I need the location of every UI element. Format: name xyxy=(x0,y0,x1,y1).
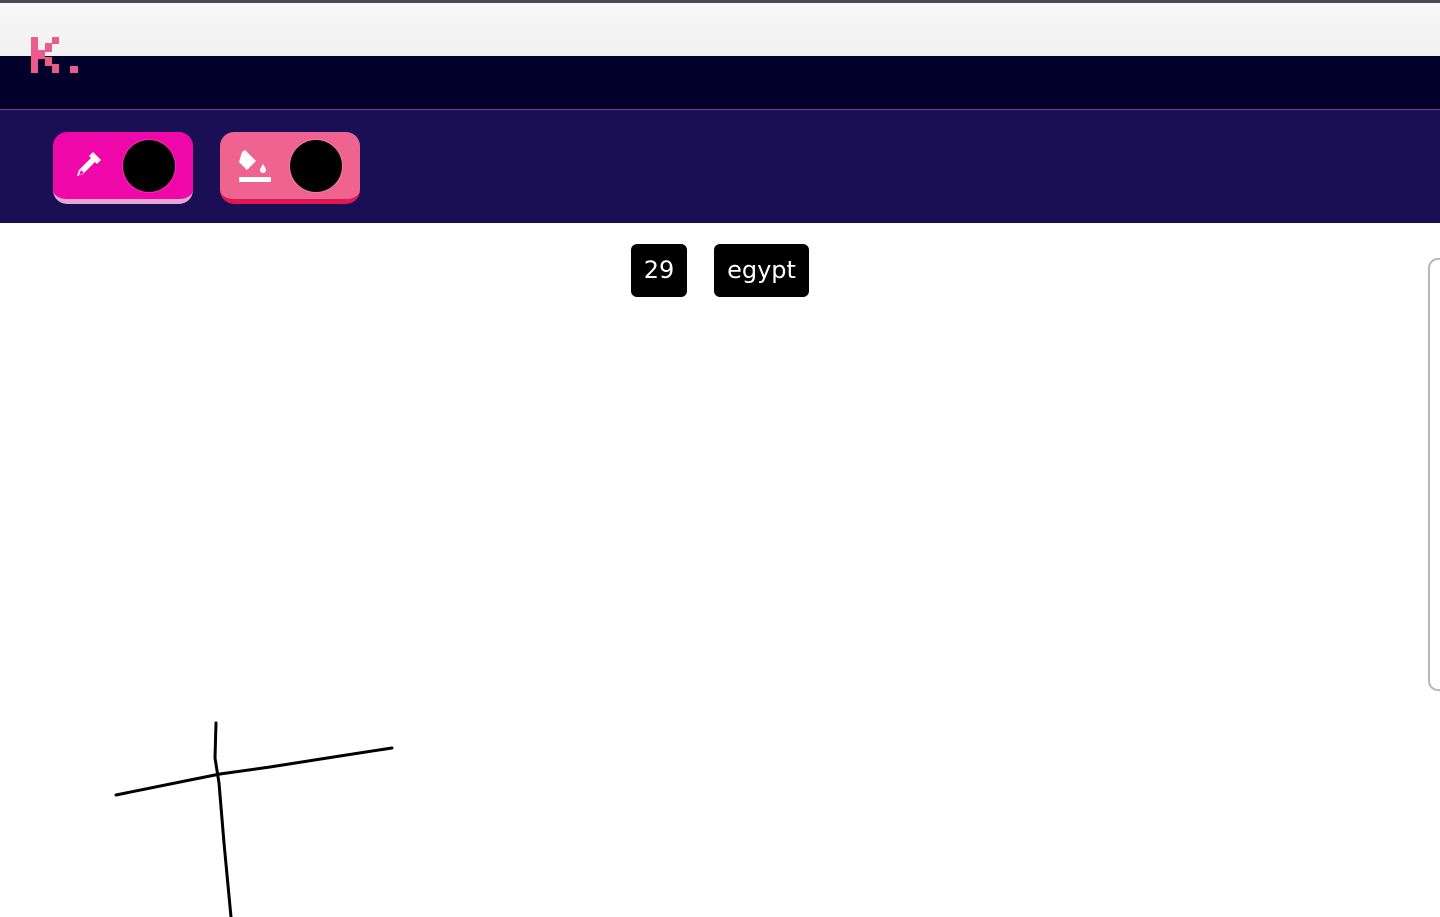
drawing-canvas[interactable] xyxy=(0,223,1420,917)
side-panel-tab[interactable] xyxy=(1428,258,1440,691)
drawn-stroke-horizontal xyxy=(114,746,394,797)
eyedropper-icon xyxy=(77,152,101,176)
color-picker-button[interactable] xyxy=(53,132,193,204)
fill-tool-button[interactable] xyxy=(220,132,360,204)
top-bar xyxy=(0,56,1440,110)
stroke-color-swatch[interactable] xyxy=(123,140,175,192)
browser-chrome xyxy=(0,0,1440,56)
paint-bucket-icon xyxy=(239,150,271,182)
drawn-stroke-vertical xyxy=(213,721,233,917)
tool-bar xyxy=(0,110,1440,223)
logo xyxy=(31,37,78,73)
fill-color-swatch[interactable] xyxy=(290,140,342,192)
